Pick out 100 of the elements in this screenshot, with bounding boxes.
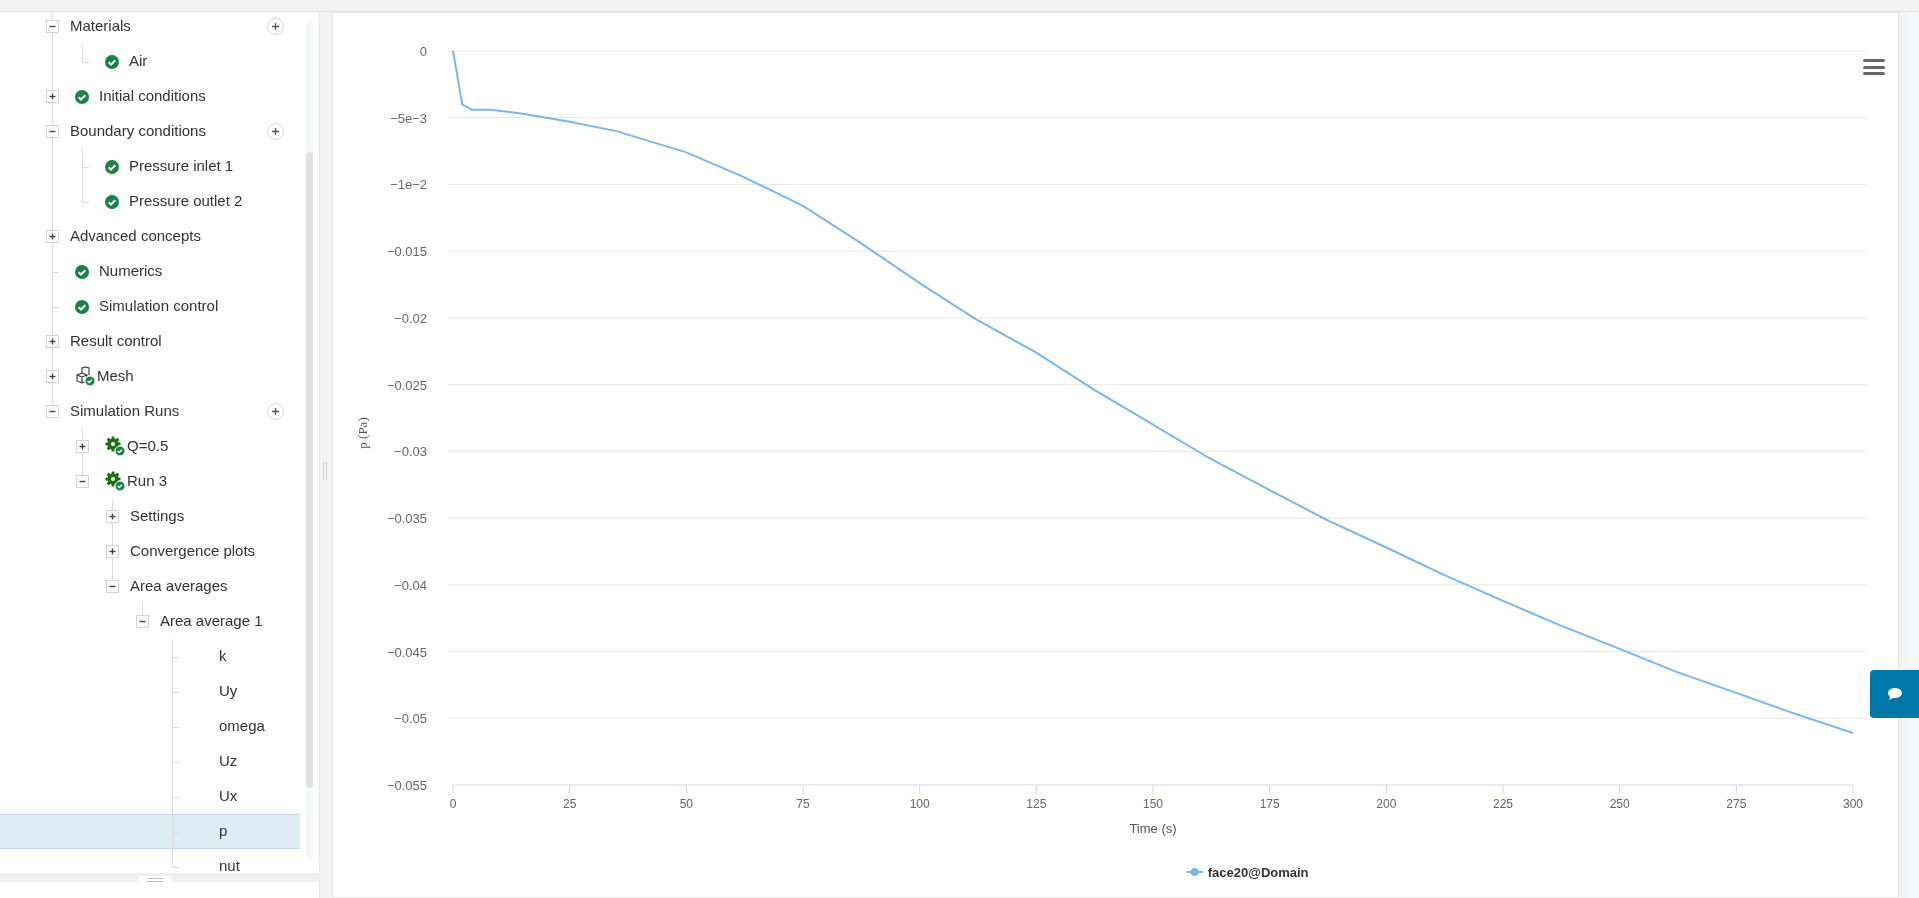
tick-label: 50 [679,797,693,811]
expand-icon[interactable] [46,370,59,383]
check-icon [75,89,89,104]
tree-row[interactable]: Advanced concepts [0,219,300,254]
tree-row[interactable]: Simulation Runs [0,394,300,429]
expand-icon[interactable] [106,510,119,523]
tree-row[interactable]: Pressure inlet 1 [0,149,300,184]
collapse-icon[interactable] [46,125,59,138]
tick-label: 150 [1143,797,1163,811]
tick-label: 250 [1609,797,1630,811]
tree-item-label: Run 3 [127,471,168,492]
tick-label: 0 [419,44,427,59]
tree-row[interactable]: Boundary conditions [0,114,300,149]
tick-label: −0.02 [394,310,427,326]
tick-label: 25 [563,797,577,811]
check-icon [105,54,119,69]
plus-icon [272,128,279,135]
tree-item-label: Convergence plots [130,541,256,562]
tick-label: 0 [449,797,457,811]
tick-label: −5e−3 [390,110,427,126]
tree-row[interactable]: Uz [0,744,300,779]
tree-item-label: Initial conditions [99,86,206,107]
tick-label: 125 [1026,797,1047,811]
tree-item-label: Boundary conditions [70,121,206,142]
tree-row[interactable]: omega [0,709,300,744]
tree-item-label: Uy [219,681,238,702]
tree-row[interactable]: Area average 1 [0,604,300,639]
expand-icon[interactable] [46,90,59,103]
collapse-icon[interactable] [136,615,149,628]
tree-row[interactable]: Q=0.5 [0,429,300,464]
tree-item-label: omega [219,716,265,737]
tree-row[interactable]: Initial conditions [0,79,300,114]
tick-label: −0.025 [386,377,427,393]
expand-icon[interactable] [46,230,59,243]
tree-item-label: Mesh [97,366,134,387]
tree-row[interactable]: k [0,639,300,674]
tree-item-label: Ux [219,786,238,807]
tree-row[interactable]: Run 3 [0,464,300,499]
tree-row[interactable]: Simulation control [0,289,300,324]
tree-row[interactable]: Numerics [0,254,300,289]
tree-row[interactable]: Materials [0,12,300,44]
add-button[interactable] [267,123,284,140]
tree-row[interactable]: Area averages [0,569,300,604]
expand-icon[interactable] [76,440,89,453]
tree-row[interactable]: Pressure outlet 2 [0,184,300,219]
tick-label: −0.05 [394,711,427,727]
expand-icon[interactable] [46,335,59,348]
tick-label: 200 [1376,797,1397,811]
tree-item-label: Simulation Runs [70,401,180,422]
chat-icon [1886,687,1903,701]
collapse-icon[interactable] [46,20,59,33]
tree-item-label: Numerics [99,261,163,282]
tree-row[interactable]: Mesh [0,359,300,394]
collapse-icon[interactable] [106,580,119,593]
plus-icon [272,408,279,415]
collapse-icon[interactable] [46,405,59,418]
tree-item-label: Result control [70,331,162,352]
tick-label: −0.015 [386,244,427,260]
legend-marker-icon [1185,868,1204,876]
tree-item-label: Area averages [130,576,228,597]
tree-row[interactable]: Air [0,44,300,79]
tick-label: −0.055 [386,778,427,793]
add-button[interactable] [267,18,284,35]
tick-label: 275 [1726,797,1747,811]
tree-row[interactable]: Uy [0,674,300,709]
tree-row[interactable]: nut [0,849,300,873]
tree-item-label: p [219,821,228,842]
gear-icon [105,471,126,492]
tree-row[interactable]: Settings [0,499,300,534]
gear-icon [105,436,126,457]
tree-item-label: k [219,646,227,667]
axis-title: p (Pa) [355,417,370,449]
check-icon [105,159,119,174]
tree-item-label: nut [219,856,240,873]
expand-icon[interactable] [106,545,119,558]
scrollbar-thumb[interactable] [306,152,313,788]
tree-row[interactable]: Result control [0,324,300,359]
chat-button[interactable] [1870,670,1919,718]
tick-label: 175 [1259,797,1280,811]
legend-label[interactable]: face20@Domain [1207,865,1309,880]
menu-button[interactable] [1863,57,1887,77]
tick-label: 225 [1493,797,1513,811]
tree-item-label: Pressure inlet 1 [129,156,234,177]
tick-label: 300 [1843,797,1863,811]
collapse-icon[interactable] [76,475,89,488]
tree-item-label: Settings [130,506,185,527]
tick-label: −0.035 [386,511,427,527]
add-button[interactable] [267,403,284,420]
check-icon [75,299,89,314]
tree-item-label: Pressure outlet 2 [129,191,243,212]
check-icon [75,264,89,279]
tick-label: 75 [796,797,810,811]
tree-item-label: Air [129,51,148,72]
splitter-handle[interactable] [323,462,327,480]
tick-label: −0.03 [394,444,427,460]
tree-row[interactable]: p [0,814,300,849]
tree-row[interactable]: Convergence plots [0,534,300,569]
tree-item-label: Advanced concepts [70,226,201,247]
tree-row[interactable]: Ux [0,779,300,814]
tree-item-label: Simulation control [99,296,219,317]
